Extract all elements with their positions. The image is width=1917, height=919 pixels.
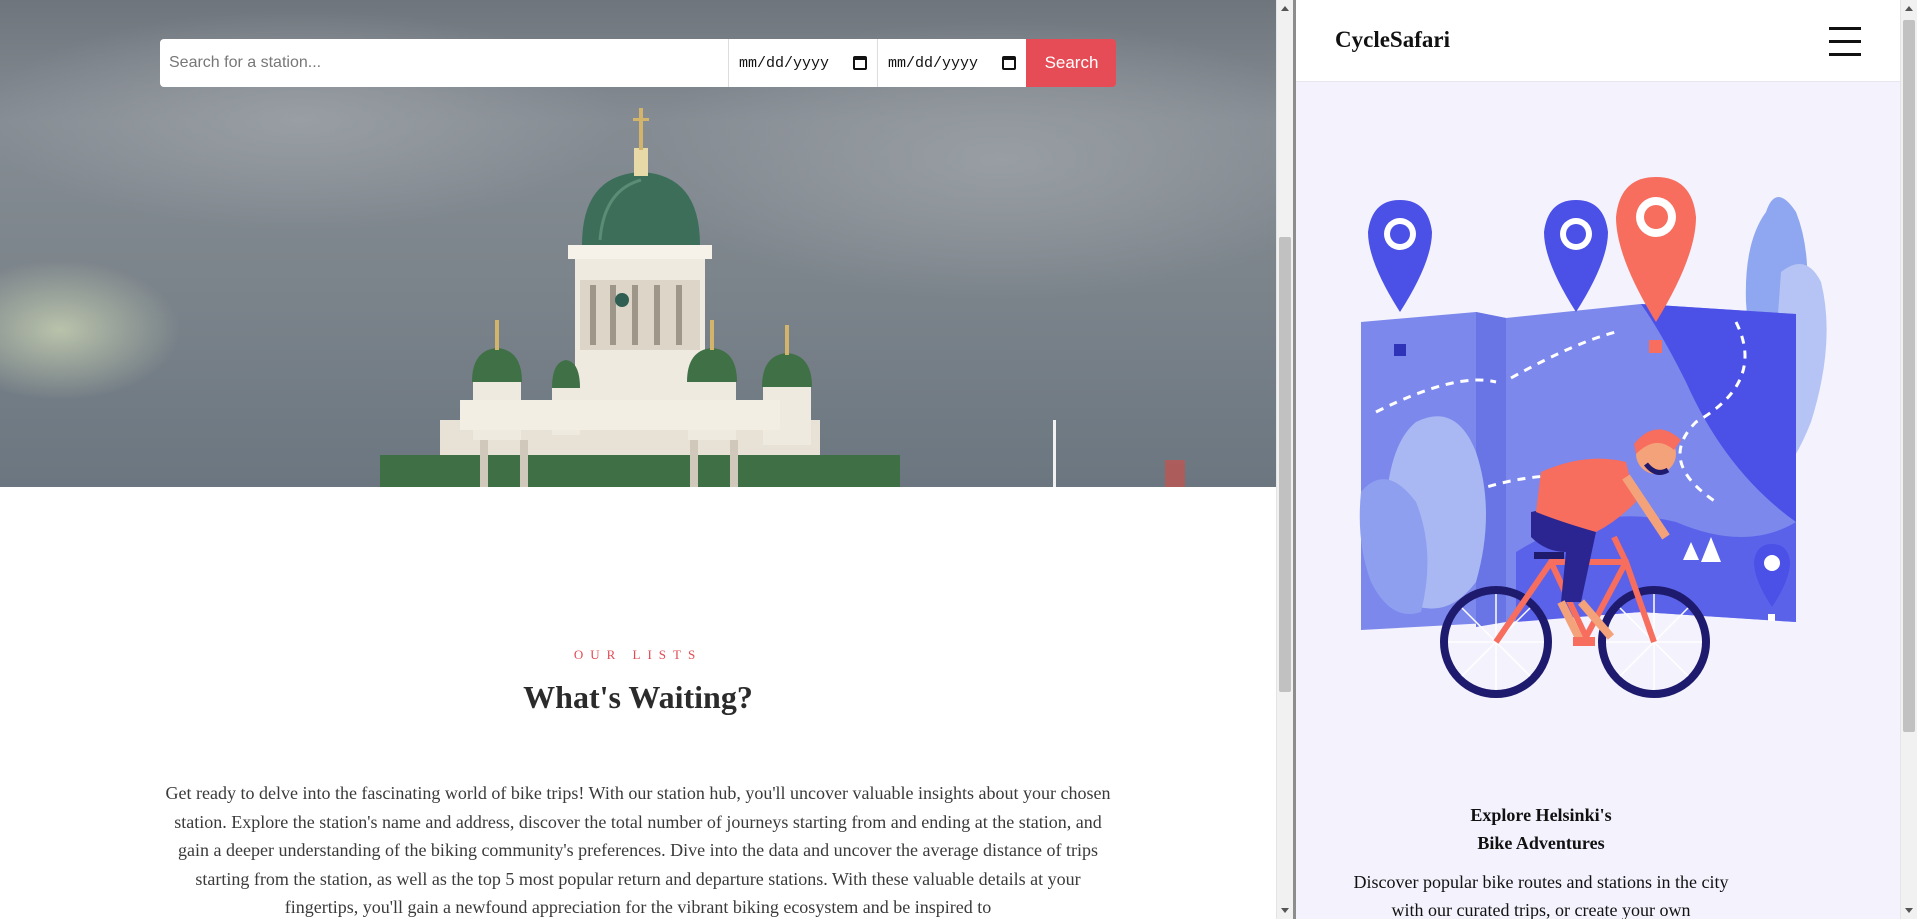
- scroll-down-arrow-icon[interactable]: [1905, 908, 1913, 913]
- station-search-input[interactable]: [160, 39, 728, 87]
- search-button[interactable]: Search: [1026, 39, 1116, 87]
- calendar-icon[interactable]: [853, 56, 867, 70]
- sidebar-scrollbar[interactable]: [1900, 0, 1917, 919]
- scroll-up-arrow-icon[interactable]: [1905, 6, 1913, 11]
- scroll-down-arrow-icon[interactable]: [1281, 908, 1289, 913]
- station-search-bar: mm/dd/yyyy mm/dd/yyyy Search: [160, 39, 1116, 87]
- hero-banner: mm/dd/yyyy mm/dd/yyyy Search: [0, 0, 1276, 487]
- info-description: Discover popular bike routes and station…: [1353, 872, 1729, 919]
- scroll-up-arrow-icon[interactable]: [1281, 6, 1289, 11]
- calendar-icon[interactable]: [1002, 56, 1016, 70]
- sidebar-navbar: CycleSafari: [1296, 0, 1900, 82]
- cyclist-map-illustration: [1359, 177, 1827, 698]
- hamburger-menu-icon[interactable]: [1829, 27, 1861, 57]
- brand-logo[interactable]: CycleSafari: [1335, 27, 1450, 53]
- section-eyebrow: OUR LISTS: [573, 647, 703, 662]
- our-lists-section: OUR LISTS What's Waiting? Get ready to d…: [0, 487, 1276, 919]
- end-date-value: mm/dd/yyyy: [888, 54, 979, 72]
- end-date-field[interactable]: mm/dd/yyyy: [877, 39, 1026, 87]
- scrollbar-thumb[interactable]: [1903, 20, 1915, 732]
- sidebar-panel: CycleSafari Explore Helsinki's Bike Adve…: [1296, 0, 1900, 919]
- map-pin-icon: [1544, 200, 1608, 312]
- section-description: Get ready to delve into the fascinating …: [165, 783, 1111, 917]
- main-pane: mm/dd/yyyy mm/dd/yyyy Search OUR LISTS W…: [0, 0, 1276, 919]
- start-date-field[interactable]: mm/dd/yyyy: [728, 39, 877, 87]
- main-scrollbar[interactable]: [1276, 0, 1293, 919]
- info-title-line: Explore Helsinki's: [1470, 805, 1612, 825]
- info-title: Explore Helsinki's Bike Adventures: [1296, 801, 1786, 857]
- start-date-value: mm/dd/yyyy: [739, 54, 830, 72]
- scrollbar-thumb[interactable]: [1279, 237, 1291, 692]
- info-title-line: Bike Adventures: [1477, 833, 1605, 853]
- section-title: What's Waiting?: [523, 679, 753, 715]
